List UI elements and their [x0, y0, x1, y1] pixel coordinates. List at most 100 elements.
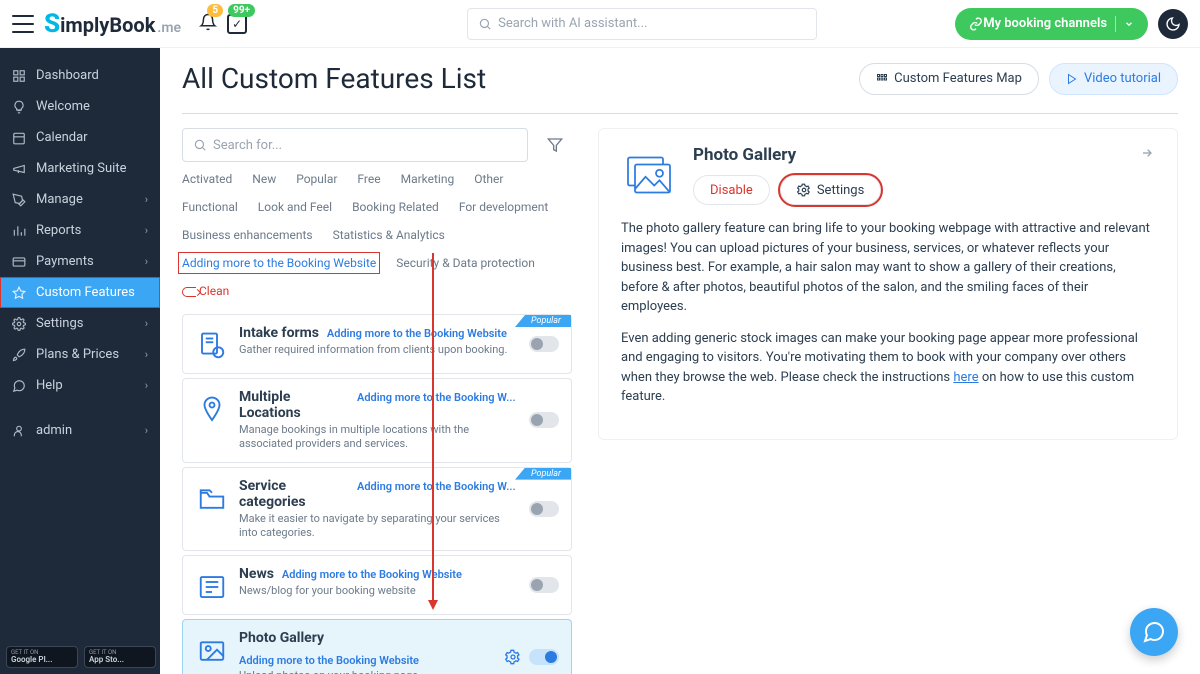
photo-gallery-icon [621, 147, 677, 203]
chip-other[interactable]: Other [474, 172, 503, 186]
sidebar-item-reports[interactable]: Reports› [0, 215, 160, 246]
calendar-check-icon: ✓ [227, 14, 247, 34]
menu-toggle-icon[interactable] [12, 15, 34, 33]
chip-new[interactable]: New [252, 172, 276, 186]
feature-toggle[interactable] [529, 577, 559, 593]
video-tutorial-button[interactable]: Video tutorial [1049, 63, 1178, 95]
photo-icon [195, 634, 229, 668]
bulb-icon [12, 100, 26, 114]
chip-for-development[interactable]: For development [459, 200, 549, 214]
chip-clean[interactable]: Clean [182, 284, 229, 298]
gear-icon [12, 317, 26, 331]
grid-icon [12, 69, 26, 83]
filter-button[interactable] [538, 128, 572, 162]
chip-security[interactable]: Security & Data protection [396, 256, 535, 270]
sidebar-item-calendar[interactable]: Calendar [0, 122, 160, 153]
news-icon [195, 570, 229, 604]
search-icon [193, 138, 207, 152]
detail-title: Photo Gallery [693, 145, 1123, 165]
logo[interactable]: SimplyBook.me [44, 9, 181, 39]
filter-chips: Activated New Popular Free Marketing Oth… [182, 170, 572, 300]
sidebar-item-help[interactable]: Help› [0, 370, 160, 401]
theme-toggle-button[interactable] [1158, 9, 1188, 39]
topbar: SimplyBook.me 5 ✓ 99+ Search with AI ass… [0, 0, 1200, 48]
notifications-badge: 5 [207, 4, 223, 17]
user-icon [12, 424, 26, 438]
instructions-link[interactable]: here [953, 370, 978, 385]
main-content: All Custom Features List Custom Features… [160, 48, 1200, 674]
sidebar-item-plans[interactable]: Plans & Prices› [0, 339, 160, 370]
feature-card-service-categories[interactable]: Popular Service categoriesAdding more to… [182, 467, 572, 552]
sidebar: Dashboard Welcome Calendar Marketing Sui… [0, 48, 160, 674]
moon-icon [1165, 16, 1181, 32]
annotation-arrow [432, 253, 434, 608]
feature-card-photo-gallery[interactable]: Photo GalleryAdding more to the Booking … [182, 619, 572, 674]
clean-icon [182, 287, 196, 297]
card-icon [12, 255, 26, 269]
play-icon [1066, 73, 1078, 85]
feature-toggle[interactable] [529, 501, 559, 517]
megaphone-icon [12, 162, 26, 176]
gear-icon [797, 183, 811, 197]
chip-stats-analytics[interactable]: Statistics & Analytics [333, 228, 445, 242]
detail-description: The photo gallery feature can bring life… [621, 219, 1155, 407]
settings-button[interactable]: Settings [780, 175, 881, 205]
features-map-button[interactable]: Custom Features Map [859, 63, 1039, 95]
chip-marketing[interactable]: Marketing [401, 172, 455, 186]
app-store-badge[interactable]: GET IT ONApp Sto... [84, 646, 156, 668]
sidebar-item-dashboard[interactable]: Dashboard [0, 60, 160, 91]
feature-card-news[interactable]: NewsAdding more to the Booking Website N… [182, 555, 572, 615]
chat-fab[interactable] [1130, 608, 1178, 656]
chip-activated[interactable]: Activated [182, 172, 232, 186]
disable-button[interactable]: Disable [693, 175, 770, 205]
google-play-badge[interactable]: GET IT ONGoogle Pl... [6, 646, 78, 668]
filter-icon [547, 137, 563, 153]
search-icon [478, 17, 492, 31]
chip-look-feel[interactable]: Look and Feel [258, 200, 332, 214]
feature-detail-panel: Photo Gallery Disable Settings [598, 128, 1178, 440]
sidebar-item-manage[interactable]: Manage› [0, 184, 160, 215]
chip-functional[interactable]: Functional [182, 200, 238, 214]
sidebar-item-settings[interactable]: Settings› [0, 308, 160, 339]
notifications-button[interactable]: 5 [199, 12, 217, 36]
sidebar-item-admin[interactable]: admin› [0, 415, 160, 446]
grid-small-icon [876, 73, 888, 85]
booking-channels-button[interactable]: My booking channels [955, 8, 1148, 40]
feature-card-multiple-locations[interactable]: Multiple LocationsAdding more to the Boo… [182, 378, 572, 463]
chevron-down-icon [1124, 19, 1134, 29]
chip-free[interactable]: Free [357, 172, 380, 186]
popular-badge: Popular [515, 468, 571, 480]
feature-card-intake-forms[interactable]: Popular Intake formsAdding more to the B… [182, 314, 572, 374]
popular-badge: Popular [515, 315, 571, 327]
chip-business-enh[interactable]: Business enhancements [182, 228, 313, 242]
chip-booking-related[interactable]: Booking Related [352, 200, 439, 214]
feature-toggle[interactable] [529, 649, 559, 665]
rocket-icon [12, 348, 26, 362]
collapse-icon[interactable] [1139, 145, 1155, 161]
calendar-check-button[interactable]: ✓ 99+ [227, 14, 247, 34]
sidebar-item-payments[interactable]: Payments› [0, 246, 160, 277]
chart-icon [12, 224, 26, 238]
chat-icon [1142, 620, 1166, 644]
chip-adding-more[interactable]: Adding more to the Booking Website [182, 256, 376, 270]
global-search-input[interactable]: Search with AI assistant... [467, 8, 817, 40]
feature-toggle[interactable] [529, 412, 559, 428]
folder-icon [195, 482, 229, 516]
star-icon [12, 286, 26, 300]
page-title: All Custom Features List [182, 62, 486, 95]
app-store-badges: GET IT ONGoogle Pl... GET IT ONApp Sto..… [6, 646, 156, 668]
search-placeholder: Search with AI assistant... [498, 16, 647, 31]
help-icon [12, 379, 26, 393]
calendar-icon [12, 131, 26, 145]
feature-search-input[interactable]: Search for... [182, 128, 528, 162]
sidebar-item-welcome[interactable]: Welcome [0, 91, 160, 122]
locations-icon [195, 393, 229, 427]
feature-toggle[interactable] [529, 336, 559, 352]
gear-icon[interactable] [505, 649, 521, 665]
sidebar-item-marketing[interactable]: Marketing Suite [0, 153, 160, 184]
intake-forms-icon [195, 329, 229, 363]
sidebar-item-custom-features[interactable]: Custom Features [0, 277, 160, 308]
chip-popular[interactable]: Popular [296, 172, 337, 186]
link-icon [969, 17, 983, 31]
pen-icon [12, 193, 26, 207]
